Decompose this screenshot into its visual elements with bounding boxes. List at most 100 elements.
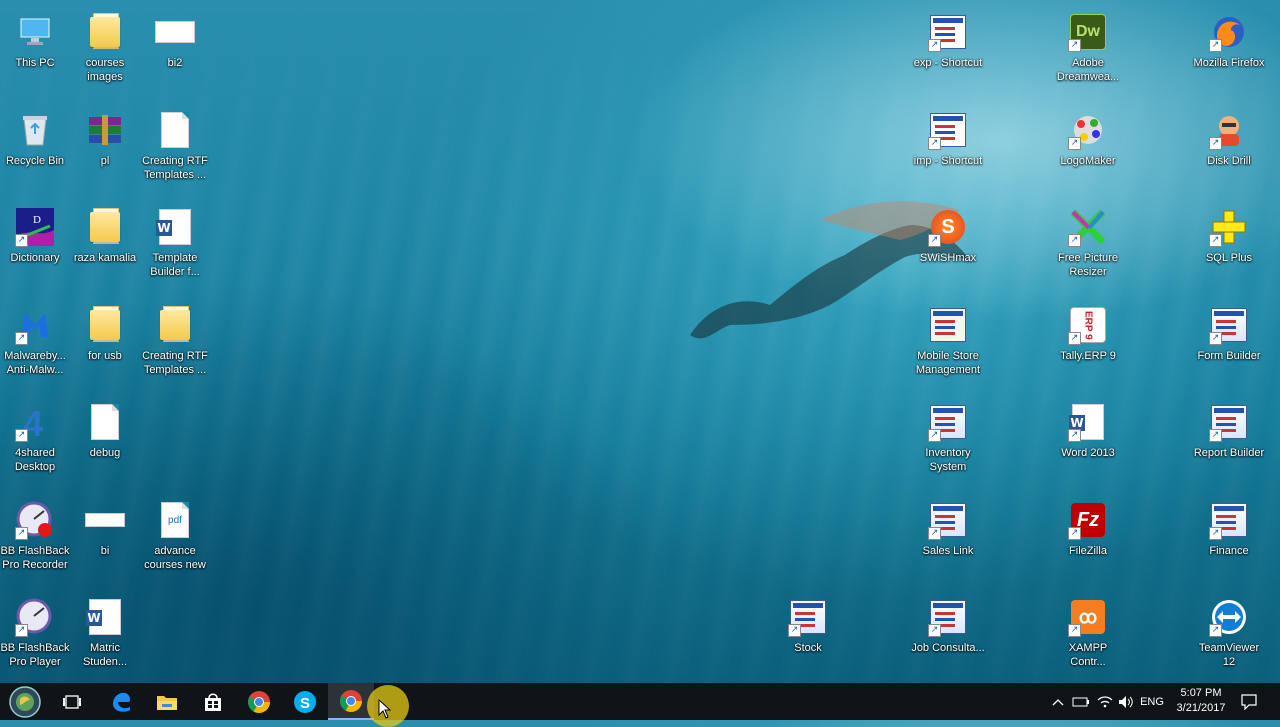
shortcut-arrow-icon: ↗ bbox=[1068, 527, 1081, 540]
desktop-icon-free-picture-resizer[interactable]: ↗ Free Picture Resizer bbox=[1053, 201, 1123, 293]
desktop-icon-dictionary[interactable]: D ↗ Dictionary bbox=[0, 201, 70, 293]
desktop-icon-sales-link[interactable]: ↗ Sales Link bbox=[913, 494, 983, 586]
desktop-icon-4shared-desktop[interactable]: 4 ↗ 4shared Desktop bbox=[0, 396, 70, 488]
desktop-icon-adobe-dreamweaver[interactable]: Dw ↗ Adobe Dreamwea... bbox=[1053, 6, 1123, 98]
icon-label: bi bbox=[100, 545, 110, 557]
taskbar-store[interactable] bbox=[190, 683, 236, 720]
icon-label: FileZilla bbox=[1069, 545, 1107, 557]
tray-power[interactable] bbox=[1070, 683, 1092, 720]
desktop-icon-tally-erp9[interactable]: ERP 9 ↗ Tally.ERP 9 bbox=[1053, 299, 1123, 391]
desktop-icon-exp-shortcut[interactable]: ↗ exp - Shortcut bbox=[913, 6, 983, 98]
icon-label: exp - Shortcut bbox=[913, 57, 983, 69]
desktop-icon-filezilla[interactable]: Fz ↗ FileZilla bbox=[1053, 494, 1123, 586]
desktop-icon-courses-images[interactable]: courses images bbox=[70, 6, 140, 98]
desktop-icon-bi2[interactable]: bi2 bbox=[140, 6, 210, 98]
shortcut-arrow-icon: ↗ bbox=[1209, 429, 1222, 442]
desktop-icon-disk-drill[interactable]: ↗ Disk Drill bbox=[1194, 104, 1264, 196]
start-button[interactable] bbox=[2, 683, 48, 720]
action-center-button[interactable] bbox=[1236, 683, 1262, 720]
app-shortcut-icon: ↗ bbox=[928, 12, 968, 52]
desktop-icon-raza-kamalia[interactable]: raza kamalia bbox=[70, 201, 140, 293]
icon-label: Stock bbox=[794, 642, 822, 654]
task-view-button[interactable] bbox=[49, 683, 95, 720]
desktop-icon-recycle-bin[interactable]: Recycle Bin bbox=[0, 104, 70, 196]
shortcut-arrow-icon: ↗ bbox=[1209, 624, 1222, 637]
desktop-icon-mozilla-firefox[interactable]: ↗ Mozilla Firefox bbox=[1194, 6, 1264, 98]
sqlplus-icon: ↗ bbox=[1209, 207, 1249, 247]
taskbar-chrome[interactable] bbox=[236, 683, 282, 720]
icon-label: imp - Shortcut bbox=[913, 155, 983, 167]
desktop-icon-report-builder[interactable]: ↗ Report Builder bbox=[1194, 396, 1264, 488]
tray-language[interactable]: ENG bbox=[1138, 683, 1166, 720]
icon-label: Tally.ERP 9 bbox=[1060, 350, 1116, 362]
image-file-icon bbox=[155, 12, 195, 52]
vb-app-icon: ↗ bbox=[928, 402, 968, 442]
icon-label: Disk Drill bbox=[1207, 155, 1251, 167]
dictionary-app-icon: D ↗ bbox=[15, 207, 55, 247]
tray-volume[interactable] bbox=[1115, 683, 1137, 720]
shortcut-arrow-icon: ↗ bbox=[15, 332, 28, 345]
icon-label: Inventory System bbox=[925, 447, 971, 473]
tally-icon: ERP 9 ↗ bbox=[1068, 305, 1108, 345]
tray-clock[interactable]: 5:07 PM 3/21/2017 bbox=[1168, 683, 1234, 720]
icon-label: Sales Link bbox=[922, 545, 974, 557]
word-icon: W ↗ bbox=[1068, 402, 1108, 442]
word-document-icon: W bbox=[155, 207, 195, 247]
shortcut-arrow-icon: ↗ bbox=[1209, 332, 1222, 345]
desktop-icon-advance-courses-new[interactable]: pdf advance courses new bbox=[140, 494, 210, 586]
icon-label: Creating RTF Templates ... bbox=[142, 155, 208, 181]
icon-label: Report Builder bbox=[1193, 447, 1265, 459]
desktop-icon-this-pc[interactable]: This PC bbox=[0, 6, 70, 98]
icon-label: Job Consulta... bbox=[911, 642, 985, 654]
desktop-icon-teamviewer-12[interactable]: ↗ TeamViewer 12 bbox=[1194, 591, 1264, 683]
icon-label: Dictionary bbox=[10, 252, 60, 264]
tray-network[interactable] bbox=[1094, 683, 1116, 720]
desktop-icon-bb-flashback-recorder[interactable]: ↗ BB FlashBack Pro Recorder bbox=[0, 494, 70, 586]
desktop-icon-template-builder[interactable]: W Template Builder f... bbox=[140, 201, 210, 293]
desktop-icon-creating-rtf-templates-doc[interactable]: Creating RTF Templates ... bbox=[140, 104, 210, 196]
shortcut-arrow-icon: ↗ bbox=[928, 624, 941, 637]
desktop-icon-imp-shortcut[interactable]: ↗ imp - Shortcut bbox=[913, 104, 983, 196]
desktop-icon-logomaker[interactable]: ↗ LogoMaker bbox=[1053, 104, 1123, 196]
speaker-icon bbox=[1119, 695, 1133, 708]
flashback-recorder-icon: ↗ bbox=[15, 500, 55, 540]
desktop-icon-sql-plus[interactable]: ↗ SQL Plus bbox=[1194, 201, 1264, 293]
mouse-cursor-icon bbox=[378, 699, 392, 719]
desktop-icon-form-builder[interactable]: ↗ Form Builder bbox=[1194, 299, 1264, 391]
desktop-icon-bb-flashback-player[interactable]: ↗ BB FlashBack Pro Player bbox=[0, 591, 70, 683]
taskbar-edge[interactable] bbox=[98, 683, 144, 720]
desktop-icon-creating-rtf-templates-folder[interactable]: Creating RTF Templates ... bbox=[140, 299, 210, 391]
desktop-icon-job-consultancy[interactable]: ↗ Job Consulta... bbox=[911, 591, 985, 683]
file-explorer-icon bbox=[157, 695, 177, 710]
taskbar: S ENG 5:07 PM 3/21/2017 bbox=[0, 683, 1280, 720]
shortcut-arrow-icon: ↗ bbox=[928, 234, 941, 247]
shortcut-arrow-icon: ↗ bbox=[1068, 429, 1081, 442]
desktop-icon-inventory-system[interactable]: ↗ Inventory System bbox=[913, 396, 983, 488]
desktop-icon-stock[interactable]: ↗ Stock bbox=[773, 591, 843, 683]
icon-label: Recycle Bin bbox=[5, 155, 65, 167]
picture-resizer-icon: ↗ bbox=[1068, 207, 1108, 247]
vb-app-icon: ↗ bbox=[928, 500, 968, 540]
desktop-icon-matric-student[interactable]: W Matric Studen... bbox=[70, 591, 140, 683]
desktop-icon-word-2013[interactable]: W ↗ Word 2013 bbox=[1053, 396, 1123, 488]
logomaker-icon: ↗ bbox=[1068, 110, 1108, 150]
desktop-icon-malwarebytes[interactable]: ↗ Malwareby... Anti-Malw... bbox=[0, 299, 70, 391]
desktop-icon-swishmax[interactable]: S ↗ SWiSHmax bbox=[913, 201, 983, 293]
desktop-icon-xampp[interactable]: ꝏ ↗ XAMPP Contr... bbox=[1053, 591, 1123, 683]
desktop-icon-debug[interactable]: debug bbox=[70, 396, 140, 488]
icon-label: 4shared Desktop bbox=[14, 447, 56, 473]
desktop-icon-pl[interactable]: pl bbox=[70, 104, 140, 196]
icon-label: Word 2013 bbox=[1061, 447, 1115, 459]
desktop-icon-bi[interactable]: bi bbox=[70, 494, 140, 586]
taskbar-skype[interactable]: S bbox=[282, 683, 328, 720]
desktop-icon-mobile-store-management[interactable]: Mobile Store Management bbox=[913, 299, 983, 391]
icon-label: Adobe Dreamwea... bbox=[1056, 57, 1120, 83]
desktop-icon-for-usb[interactable]: for usb bbox=[70, 299, 140, 391]
shortcut-arrow-icon: ↗ bbox=[15, 527, 28, 540]
taskbar-file-explorer[interactable] bbox=[144, 683, 190, 720]
shortcut-arrow-icon: ↗ bbox=[1068, 39, 1081, 52]
show-hidden-icons-button[interactable] bbox=[1048, 683, 1068, 720]
store-icon bbox=[205, 693, 221, 711]
desktop-icon-finance[interactable]: ↗ Finance bbox=[1194, 494, 1264, 586]
recycle-bin-icon bbox=[15, 110, 55, 150]
